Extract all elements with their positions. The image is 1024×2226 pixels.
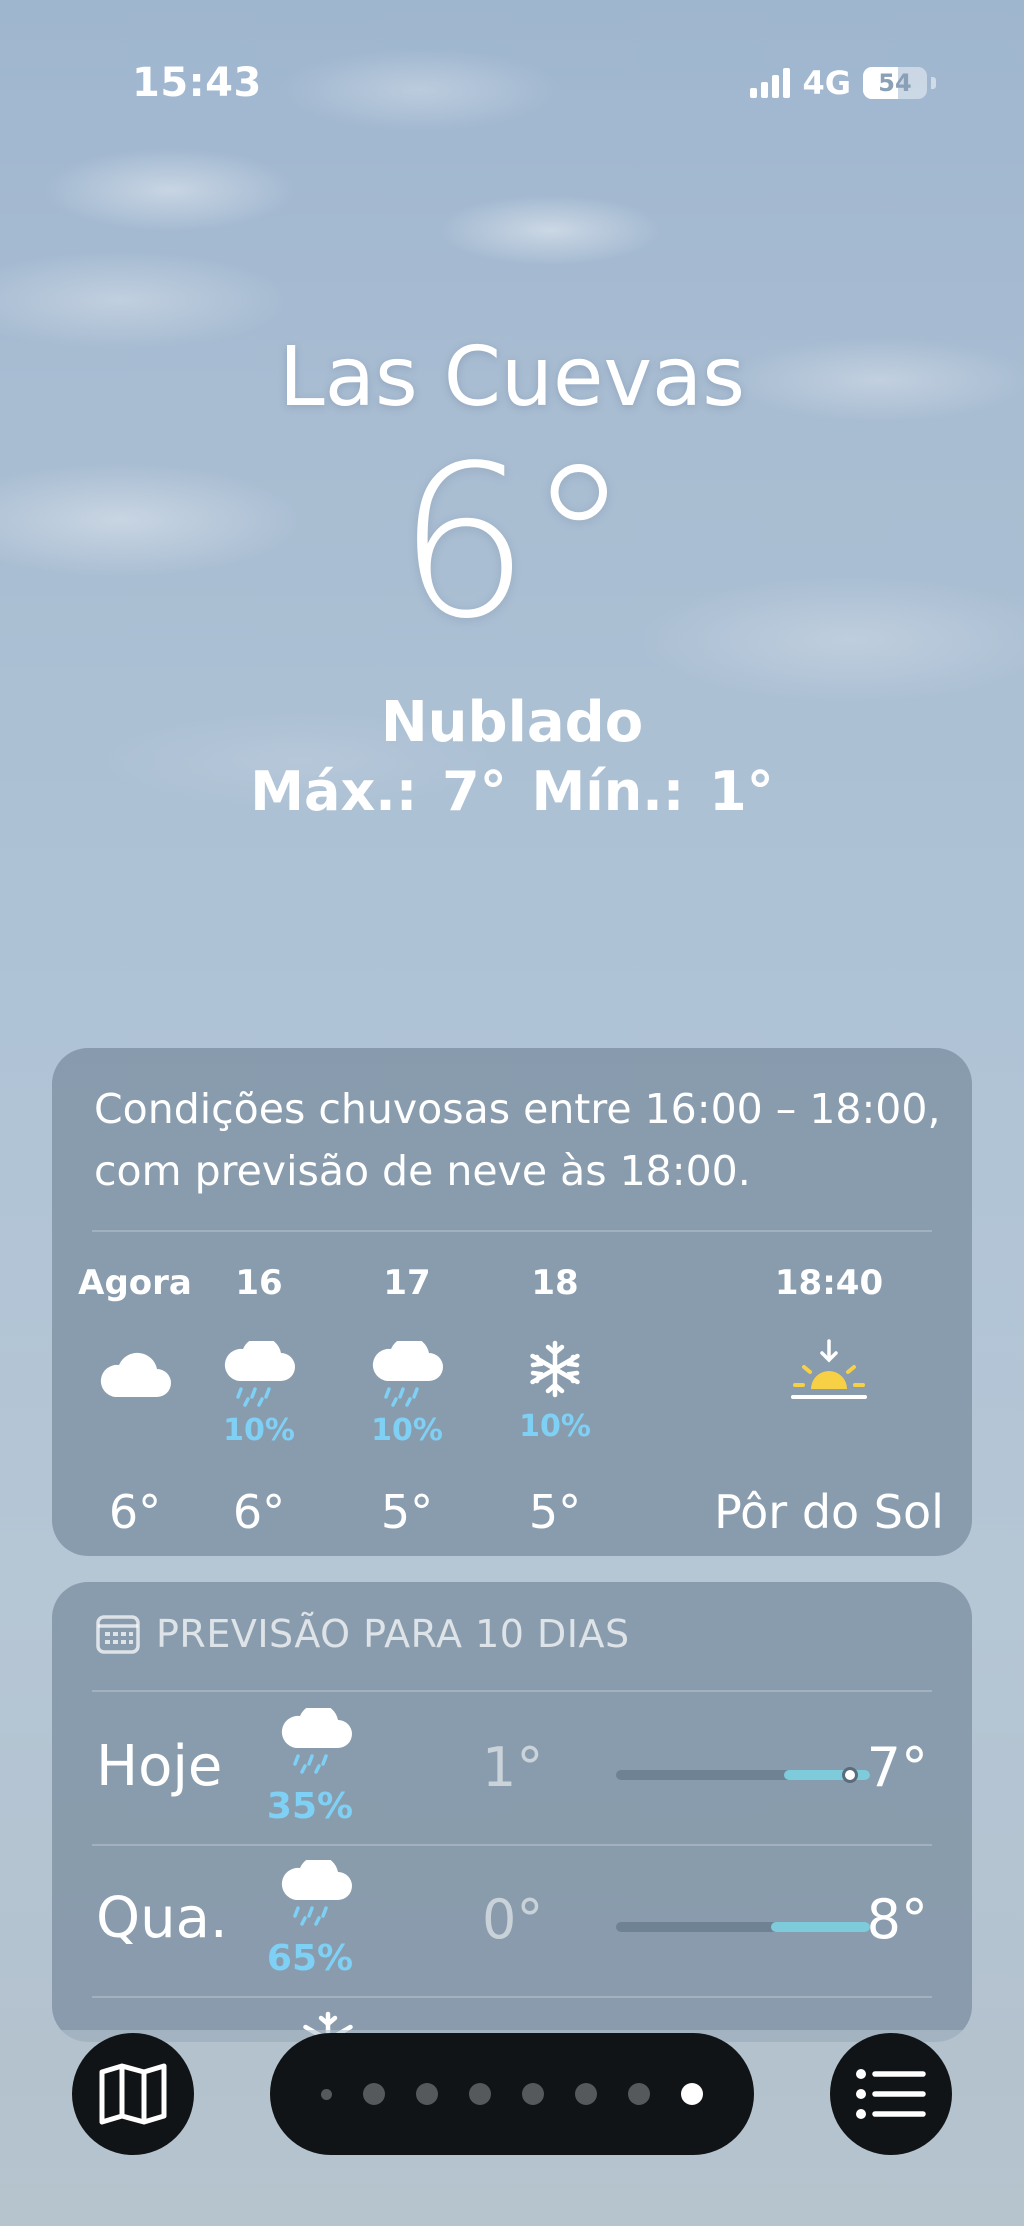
page-dot[interactable] bbox=[575, 2083, 597, 2105]
temperature-range-bar bbox=[616, 1922, 870, 1932]
current-condition: Nublado bbox=[380, 690, 644, 755]
battery-level: 54 bbox=[878, 69, 912, 97]
card-divider bbox=[92, 1996, 932, 1998]
cloud-rain-icon bbox=[278, 1855, 354, 1930]
high-low-temperature: Máx.: 7° Mín.: 1° bbox=[250, 760, 774, 823]
hour-item-now: Agora 6° bbox=[70, 1263, 200, 1543]
current-temperature: 6° bbox=[396, 420, 632, 665]
network-type: 4G bbox=[802, 64, 851, 102]
hour-temperature: 5° bbox=[380, 1485, 434, 1539]
map-icon bbox=[99, 2063, 167, 2125]
hour-label: 18:40 bbox=[774, 1263, 884, 1303]
ten-day-forecast-card[interactable]: PREVISÃO PARA 10 DIAS Hoje 35% 1° 7° Qua… bbox=[52, 1582, 972, 2042]
map-button[interactable] bbox=[72, 2033, 194, 2155]
hour-item-18: 18 10% 5° bbox=[480, 1263, 630, 1543]
page-indicator[interactable] bbox=[270, 2033, 754, 2155]
day-row-today[interactable]: Hoje 35% 1° 7° bbox=[92, 1694, 932, 1844]
hour-temperature: 6° bbox=[108, 1485, 162, 1539]
page-dot[interactable] bbox=[363, 2083, 385, 2105]
hour-item-16: 16 10% 6° bbox=[184, 1263, 334, 1543]
status-indicators: 4G 54 bbox=[750, 64, 936, 102]
calendar-icon bbox=[96, 1615, 140, 1654]
hour-label: 18 bbox=[531, 1263, 579, 1303]
hour-label: Agora bbox=[78, 1263, 192, 1303]
day-high-temperature: 7° bbox=[866, 1736, 928, 1799]
temperature-range-fill bbox=[770, 1922, 870, 1932]
temperature-range-bar bbox=[616, 1767, 870, 1783]
card-divider bbox=[92, 1230, 932, 1232]
sunset-label: Pôr do Sol bbox=[714, 1485, 944, 1539]
list-icon bbox=[856, 2069, 926, 2119]
hour-precipitation: 10% bbox=[371, 1413, 443, 1448]
battery-icon: 54 bbox=[863, 67, 927, 99]
day-low-temperature: 1° bbox=[482, 1736, 544, 1799]
hour-item-17: 17 10% 5° bbox=[332, 1263, 482, 1543]
hour-temperature: 6° bbox=[232, 1485, 286, 1539]
hour-item-sunset: 18:40 Pôr do Sol bbox=[704, 1263, 954, 1543]
status-bar: 15:43 4G 54 bbox=[0, 56, 1024, 106]
day-name: Hoje bbox=[96, 1734, 223, 1799]
day-precipitation: 35% bbox=[266, 1786, 354, 1827]
hourly-forecast-card[interactable]: Condições chuvosas entre 16:00 – 18:00, … bbox=[52, 1048, 972, 1556]
hour-precipitation: 10% bbox=[223, 1413, 295, 1448]
hour-label: 16 bbox=[235, 1263, 283, 1303]
cellular-signal-icon bbox=[750, 68, 791, 98]
day-high-temperature: 8° bbox=[866, 1888, 928, 1951]
cloud-rain-icon bbox=[221, 1336, 297, 1411]
page-dot[interactable] bbox=[628, 2083, 650, 2105]
day-name: Qua. bbox=[96, 1886, 228, 1951]
page-dot-active[interactable] bbox=[681, 2083, 703, 2105]
cloud-rain-icon bbox=[369, 1336, 445, 1411]
page-dot[interactable] bbox=[416, 2083, 438, 2105]
current-temperature-dot bbox=[841, 1767, 858, 1783]
day-low-temperature: 0° bbox=[482, 1888, 544, 1951]
page-dot-location[interactable] bbox=[321, 2088, 332, 2100]
page-dot[interactable] bbox=[469, 2083, 491, 2105]
day-precipitation: 65% bbox=[266, 1938, 354, 1979]
snowflake-icon bbox=[525, 1339, 585, 1403]
city-list-button[interactable] bbox=[830, 2033, 952, 2155]
sunset-icon bbox=[789, 1339, 869, 1409]
daily-header: PREVISÃO PARA 10 DIAS bbox=[96, 1612, 630, 1656]
page-dot[interactable] bbox=[522, 2083, 544, 2105]
battery-nub bbox=[931, 77, 936, 89]
forecast-summary: Condições chuvosas entre 16:00 – 18:00, … bbox=[94, 1085, 941, 1195]
card-divider bbox=[92, 1690, 932, 1692]
cloud-icon bbox=[97, 1351, 173, 1405]
city-name: Las Cuevas bbox=[279, 330, 745, 425]
daily-title: PREVISÃO PARA 10 DIAS bbox=[156, 1612, 630, 1656]
hour-label: 17 bbox=[383, 1263, 431, 1303]
hour-precipitation: 10% bbox=[519, 1409, 591, 1444]
cloud-rain-icon bbox=[278, 1703, 354, 1778]
status-time: 15:43 bbox=[132, 60, 262, 106]
hour-temperature: 5° bbox=[528, 1485, 582, 1539]
day-row-wednesday[interactable]: Qua. 65% 0° 8° bbox=[92, 1846, 932, 1996]
